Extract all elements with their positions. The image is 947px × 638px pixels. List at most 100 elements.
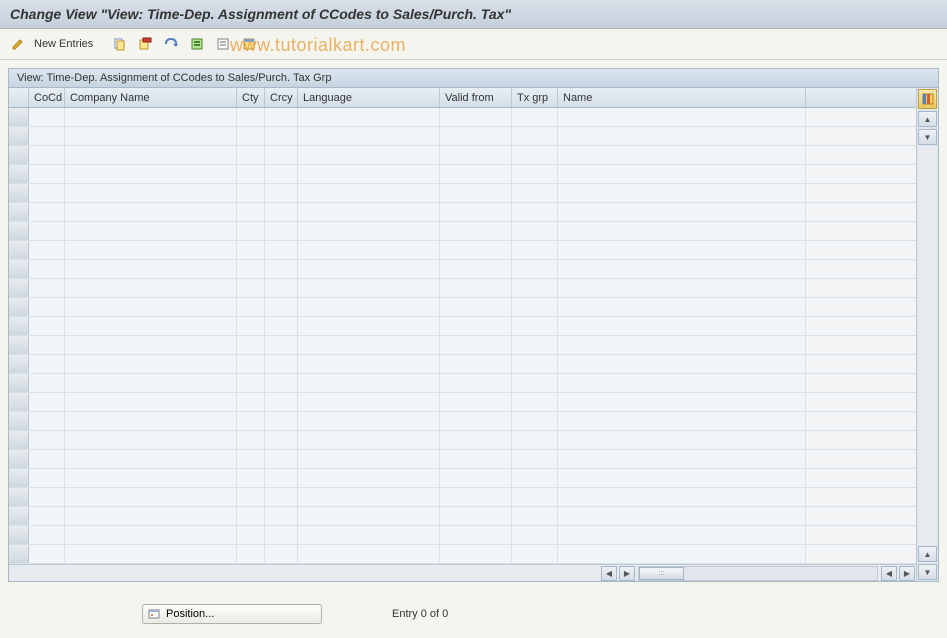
cell-language[interactable] [298, 526, 440, 544]
cell-company-name[interactable] [65, 222, 237, 240]
cell-company-name[interactable] [65, 317, 237, 335]
col-header-crcy[interactable]: Crcy [265, 88, 298, 107]
cell-language[interactable] [298, 222, 440, 240]
cell-cocd[interactable] [29, 431, 65, 449]
table-row[interactable] [9, 260, 916, 279]
cell-name[interactable] [558, 526, 806, 544]
cell-company-name[interactable] [65, 184, 237, 202]
row-selector[interactable] [9, 545, 29, 563]
cell-crcy[interactable] [265, 241, 298, 259]
cell-cocd[interactable] [29, 279, 65, 297]
row-selector[interactable] [9, 374, 29, 392]
cell-name[interactable] [558, 507, 806, 525]
row-selector[interactable] [9, 393, 29, 411]
cell-cty[interactable] [237, 260, 265, 278]
cell-tx-grp[interactable] [512, 108, 558, 126]
table-row[interactable] [9, 336, 916, 355]
cell-language[interactable] [298, 279, 440, 297]
cell-tx-grp[interactable] [512, 165, 558, 183]
cell-cocd[interactable] [29, 374, 65, 392]
cell-company-name[interactable] [65, 450, 237, 468]
table-row[interactable] [9, 203, 916, 222]
cell-cty[interactable] [237, 469, 265, 487]
cell-cocd[interactable] [29, 127, 65, 145]
cell-cocd[interactable] [29, 355, 65, 373]
cell-tx-grp[interactable] [512, 222, 558, 240]
cell-tx-grp[interactable] [512, 336, 558, 354]
table-row[interactable] [9, 545, 916, 564]
cell-language[interactable] [298, 336, 440, 354]
cell-valid-from[interactable] [440, 469, 512, 487]
table-row[interactable] [9, 222, 916, 241]
cell-name[interactable] [558, 317, 806, 335]
cell-company-name[interactable] [65, 355, 237, 373]
cell-language[interactable] [298, 545, 440, 563]
row-selector-header[interactable] [9, 88, 29, 107]
cell-company-name[interactable] [65, 241, 237, 259]
row-selector[interactable] [9, 146, 29, 164]
cell-name[interactable] [558, 545, 806, 563]
cell-valid-from[interactable] [440, 298, 512, 316]
cell-crcy[interactable] [265, 203, 298, 221]
cell-valid-from[interactable] [440, 184, 512, 202]
table-row[interactable] [9, 184, 916, 203]
undo-icon[interactable] [161, 34, 181, 54]
cell-name[interactable] [558, 355, 806, 373]
cell-cty[interactable] [237, 488, 265, 506]
table-row[interactable] [9, 374, 916, 393]
table-row[interactable] [9, 165, 916, 184]
cell-cty[interactable] [237, 374, 265, 392]
row-selector[interactable] [9, 412, 29, 430]
table-row[interactable] [9, 469, 916, 488]
cell-valid-from[interactable] [440, 241, 512, 259]
cell-crcy[interactable] [265, 298, 298, 316]
cell-name[interactable] [558, 279, 806, 297]
cell-name[interactable] [558, 450, 806, 468]
cell-cty[interactable] [237, 317, 265, 335]
cell-cty[interactable] [237, 165, 265, 183]
cell-company-name[interactable] [65, 165, 237, 183]
row-selector[interactable] [9, 469, 29, 487]
vscroll-down2-icon[interactable]: ▼ [918, 564, 937, 580]
cell-valid-from[interactable] [440, 108, 512, 126]
cell-cocd[interactable] [29, 146, 65, 164]
hscroll-thumb[interactable]: ::: [639, 567, 684, 580]
cell-valid-from[interactable] [440, 203, 512, 221]
hscroll-left2-icon[interactable]: ◀ [881, 566, 897, 581]
deselect-all-icon[interactable] [213, 34, 233, 54]
cell-cty[interactable] [237, 412, 265, 430]
cell-cty[interactable] [237, 298, 265, 316]
cell-name[interactable] [558, 488, 806, 506]
cell-name[interactable] [558, 241, 806, 259]
cell-company-name[interactable] [65, 469, 237, 487]
cell-language[interactable] [298, 431, 440, 449]
cell-valid-from[interactable] [440, 222, 512, 240]
cell-crcy[interactable] [265, 355, 298, 373]
cell-cocd[interactable] [29, 526, 65, 544]
cell-valid-from[interactable] [440, 355, 512, 373]
cell-tx-grp[interactable] [512, 146, 558, 164]
cell-language[interactable] [298, 108, 440, 126]
cell-cocd[interactable] [29, 336, 65, 354]
cell-language[interactable] [298, 317, 440, 335]
cell-cocd[interactable] [29, 184, 65, 202]
cell-company-name[interactable] [65, 203, 237, 221]
cell-language[interactable] [298, 412, 440, 430]
row-selector[interactable] [9, 298, 29, 316]
table-row[interactable] [9, 146, 916, 165]
cell-company-name[interactable] [65, 336, 237, 354]
cell-cty[interactable] [237, 450, 265, 468]
cell-valid-from[interactable] [440, 431, 512, 449]
row-selector[interactable] [9, 450, 29, 468]
cell-name[interactable] [558, 127, 806, 145]
cell-language[interactable] [298, 241, 440, 259]
cell-crcy[interactable] [265, 279, 298, 297]
table-row[interactable] [9, 279, 916, 298]
cell-crcy[interactable] [265, 222, 298, 240]
cell-language[interactable] [298, 488, 440, 506]
table-row[interactable] [9, 317, 916, 336]
cell-tx-grp[interactable] [512, 298, 558, 316]
cell-crcy[interactable] [265, 374, 298, 392]
cell-name[interactable] [558, 184, 806, 202]
cell-cocd[interactable] [29, 260, 65, 278]
